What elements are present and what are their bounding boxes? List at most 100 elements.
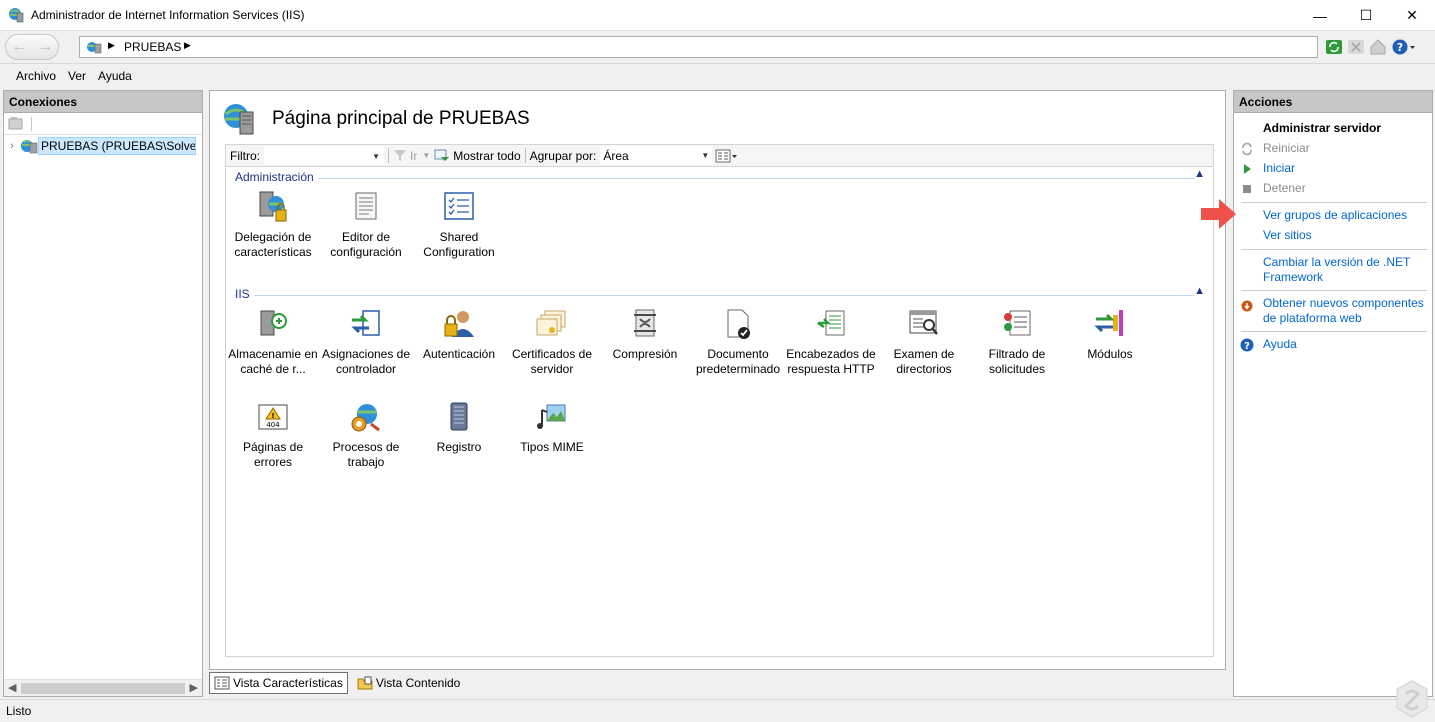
- feature-label: Filtrado de solicitudes: [988, 347, 1046, 376]
- feature-paginas-errores[interactable]: ! 404 Páginas de errores: [227, 400, 319, 470]
- feature-delegacion[interactable]: Delegación de características: [227, 190, 319, 260]
- request-filtering-icon: [1004, 310, 1031, 336]
- stop-icon: [1243, 185, 1251, 193]
- breadcrumb-pruebas[interactable]: PRUEBAS: [124, 40, 181, 54]
- horizontal-scrollbar[interactable]: ◀ ▶: [4, 679, 202, 696]
- action-view-sites[interactable]: Ver sitios: [1234, 226, 1432, 246]
- close-icon: ✕: [1406, 7, 1418, 23]
- default-document-icon: [727, 309, 750, 339]
- worker-processes-icon: [351, 404, 380, 432]
- action-start[interactable]: Iniciar: [1234, 159, 1432, 179]
- feature-tipos-mime[interactable]: Tipos MIME: [506, 400, 598, 455]
- server-certificates-icon: [536, 310, 566, 336]
- action-stop[interactable]: Detener: [1234, 179, 1432, 199]
- breadcrumb-separator-icon[interactable]: ▶: [184, 40, 191, 51]
- window-title: Administrador de Internet Information Se…: [31, 8, 305, 22]
- filter-label: Filtro:: [230, 148, 260, 163]
- menu-ver[interactable]: Ver: [68, 69, 86, 83]
- group-title: Administración: [235, 170, 318, 184]
- group-by-select[interactable]: Área ▼: [600, 146, 713, 165]
- help-dropdown-icon[interactable]: ?: [1391, 38, 1417, 56]
- go-dropdown-icon[interactable]: ▼: [422, 151, 430, 160]
- action-change-net-version[interactable]: Cambiar la versión de .NET Framework: [1234, 253, 1432, 287]
- menu-ayuda[interactable]: Ayuda: [98, 69, 132, 83]
- tab-content-view[interactable]: Vista Contenido: [352, 672, 466, 694]
- feature-label: Examen de directorios: [893, 347, 955, 376]
- features-view: Administración ▲ Delegación de caracterí…: [225, 168, 1214, 657]
- go-button[interactable]: Ir: [410, 149, 417, 163]
- tab-features-view[interactable]: Vista Características: [209, 672, 348, 694]
- action-get-web-platform[interactable]: Obtener nuevos componentes de plataforma…: [1234, 294, 1432, 328]
- action-view-app-pools[interactable]: Ver grupos de aplicaciones: [1234, 206, 1432, 226]
- feature-procesos[interactable]: Procesos de trabajo: [320, 400, 412, 470]
- feature-compresion[interactable]: Compresión: [599, 307, 691, 362]
- feature-shared-configuration[interactable]: Shared Configuration: [413, 190, 505, 260]
- group-header-iis[interactable]: IIS ▲: [234, 285, 1209, 303]
- group-by-dropdown-icon[interactable]: ▼: [701, 151, 709, 160]
- feature-label: Encabezados de respuesta HTTP: [786, 347, 876, 376]
- feature-encabezados[interactable]: Encabezados de respuesta HTTP: [785, 307, 877, 377]
- menu-bar: Archivo Ver Ayuda: [0, 65, 1435, 87]
- view-tabs: Vista Características Vista Contenido: [209, 672, 465, 694]
- actions-divider: [1241, 249, 1427, 250]
- create-connection-icon[interactable]: [8, 116, 24, 131]
- tab-label: Vista Características: [233, 676, 343, 690]
- directory-browsing-icon: [909, 310, 938, 335]
- maximize-icon: ☐: [1359, 7, 1373, 23]
- feature-examen[interactable]: Examen de directorios: [878, 307, 970, 377]
- status-text: Listo: [6, 704, 32, 718]
- group-header-administracion[interactable]: Administración ▲: [234, 168, 1209, 186]
- feature-filtrado[interactable]: Filtrado de solicitudes: [971, 307, 1063, 377]
- toolbar-divider: [524, 148, 526, 163]
- page-title: Página principal de PRUEBAS: [272, 108, 530, 129]
- refresh-icon[interactable]: [1325, 38, 1343, 56]
- minimize-button[interactable]: —: [1297, 0, 1343, 31]
- connections-header: Conexiones: [4, 91, 202, 113]
- collapse-chevron-icon[interactable]: ▲: [1194, 168, 1205, 180]
- web-platform-icon: [1241, 300, 1253, 312]
- scroll-right-icon[interactable]: ▶: [190, 681, 198, 694]
- feature-autenticacion[interactable]: Autenticación: [413, 307, 505, 362]
- expand-chevron-icon[interactable]: ›: [4, 140, 20, 152]
- filter-dropdown-icon[interactable]: ▼: [372, 152, 380, 161]
- action-label: Cambiar la versión de .NET Framework: [1263, 255, 1411, 284]
- http-response-headers-icon: [817, 310, 845, 336]
- scroll-left-icon[interactable]: ◀: [8, 681, 16, 694]
- forward-arrow-icon[interactable]: →: [37, 38, 53, 56]
- feature-documento[interactable]: Documento predeterminado: [692, 307, 784, 377]
- mime-types-icon: [537, 404, 566, 429]
- tree-node-server[interactable]: › PRUEBAS (PRUEBAS\Solvetic): [4, 136, 202, 156]
- close-button[interactable]: ✕: [1389, 0, 1435, 31]
- feature-label: Páginas de errores: [242, 440, 304, 469]
- feature-label: Documento predeterminado: [695, 347, 781, 376]
- breadcrumb-separator-icon[interactable]: ▶: [108, 40, 115, 51]
- filter-input[interactable]: ▼: [264, 146, 384, 165]
- back-arrow-icon[interactable]: ←: [11, 38, 27, 56]
- filter-bar: Filtro: ▼ Ir ▼ Mostrar todo Agrupar por:…: [225, 144, 1214, 167]
- action-restart[interactable]: Reiniciar: [1234, 139, 1432, 159]
- menu-archivo[interactable]: Archivo: [16, 69, 56, 83]
- address-field[interactable]: ▶ PRUEBAS ▶: [79, 36, 1318, 58]
- feature-asignaciones[interactable]: Asignaciones de controlador: [320, 307, 412, 377]
- view-mode-icon[interactable]: [715, 149, 739, 163]
- navigation-buttons: ← →: [5, 34, 59, 60]
- stop-loading-icon[interactable]: [1347, 38, 1365, 56]
- action-help[interactable]: ? Ayuda: [1234, 335, 1432, 355]
- feature-modulos[interactable]: Módulos: [1064, 307, 1156, 362]
- group-divider: [234, 178, 1194, 179]
- feature-registro[interactable]: Registro: [413, 400, 505, 455]
- show-all-button[interactable]: Mostrar todo: [453, 149, 520, 163]
- collapse-chevron-icon[interactable]: ▲: [1194, 285, 1205, 297]
- tree-node-label[interactable]: PRUEBAS (PRUEBAS\Solvetic): [38, 137, 196, 155]
- features-panel: Página principal de PRUEBAS Filtro: ▼ Ir…: [209, 90, 1226, 670]
- toolbar-divider: [31, 117, 32, 131]
- maximize-button[interactable]: ☐: [1343, 0, 1389, 31]
- feature-editor-configuracion[interactable]: Editor de configuración: [320, 190, 412, 260]
- feature-label: Tipos MIME: [520, 440, 584, 454]
- modules-icon: [1094, 310, 1123, 336]
- feature-almacenamiento[interactable]: Almacenamie en caché de r...: [227, 307, 319, 377]
- home-icon[interactable]: [1369, 38, 1387, 56]
- feature-certificados[interactable]: Certificados de servidor: [506, 307, 598, 377]
- scrollbar-thumb[interactable]: [21, 683, 185, 694]
- content-view-icon: [357, 676, 373, 690]
